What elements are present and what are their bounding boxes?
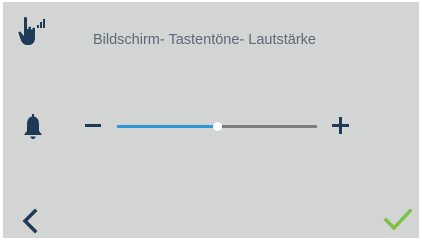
settings-screen: Bildschirm- Tastentöne- Lautstärke: [3, 2, 419, 238]
back-button[interactable]: [19, 208, 43, 234]
volume-increase-button[interactable]: [330, 115, 352, 137]
slider-thumb[interactable]: [212, 122, 222, 131]
chevron-left-icon: [22, 208, 38, 234]
bell-icon: [22, 114, 44, 140]
minus-icon: [85, 124, 101, 127]
checkmark-icon: [383, 208, 413, 231]
volume-decrease-button[interactable]: [83, 114, 105, 138]
confirm-button[interactable]: [383, 205, 413, 235]
page-title: Bildschirm- Tastentöne- Lautstärke: [93, 32, 316, 48]
hand-touch-signal-icon: [17, 14, 49, 48]
slider-fill: [117, 125, 217, 128]
volume-slider[interactable]: [117, 114, 317, 138]
